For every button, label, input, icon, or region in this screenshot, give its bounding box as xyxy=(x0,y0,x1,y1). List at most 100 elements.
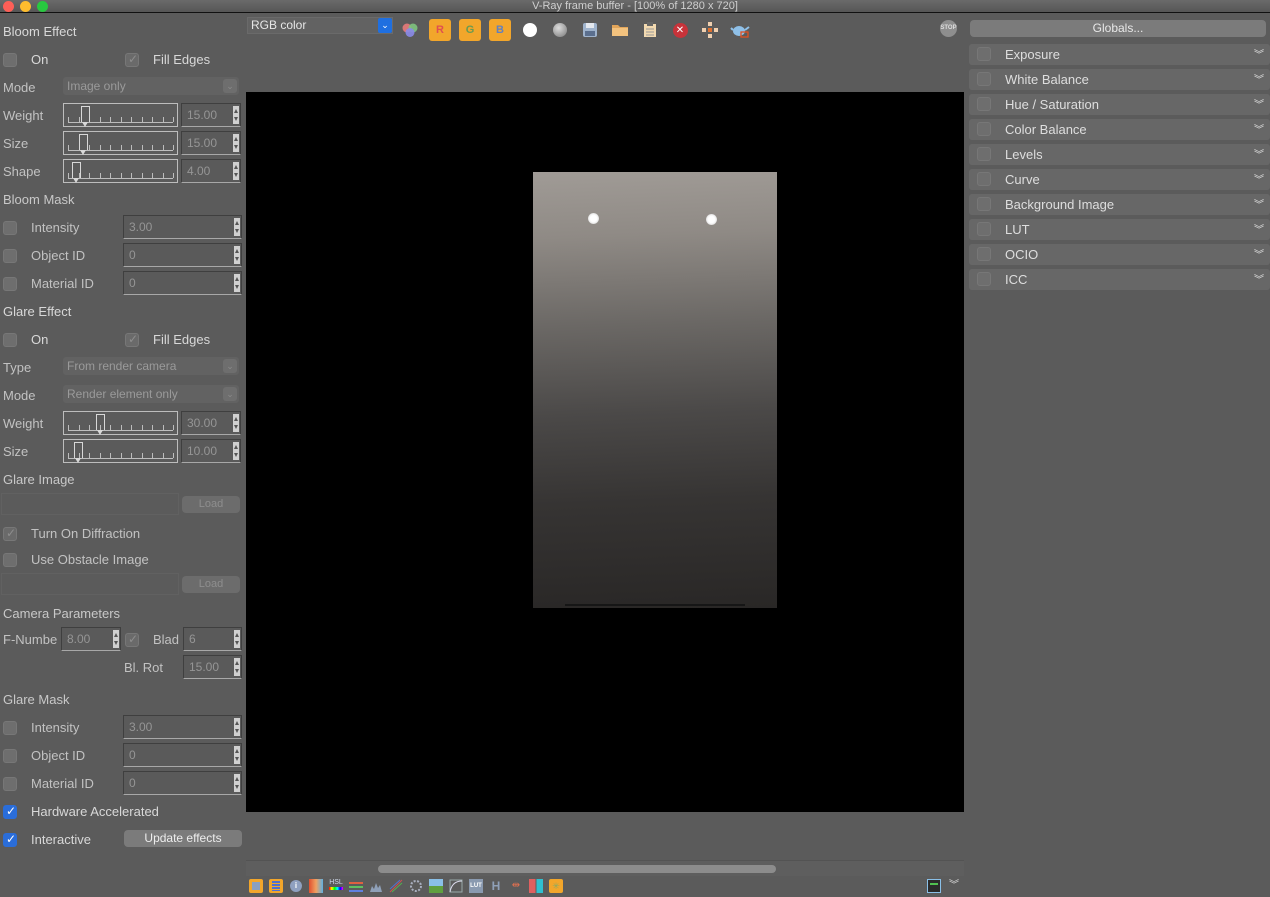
channel-select[interactable]: RGB color ⌄ xyxy=(247,17,393,34)
diffraction-checkbox[interactable] xyxy=(3,526,17,541)
spinner-arrows-icon[interactable] xyxy=(234,774,240,792)
blades-checkbox[interactable] xyxy=(125,632,139,647)
expand-chevron-icon[interactable]: ︾ xyxy=(1254,121,1264,136)
glare-image-path-field[interactable] xyxy=(1,493,179,515)
color-correction-icon[interactable] xyxy=(309,879,323,893)
curve-icon[interactable] xyxy=(449,879,463,893)
red-channel-button[interactable]: R xyxy=(429,19,451,41)
bloom-weight-slider[interactable] xyxy=(63,103,178,127)
glare-type-select[interactable]: From render camera ⌄ xyxy=(63,357,239,375)
bloom-shape-field[interactable]: 4.00 xyxy=(181,159,241,183)
correction-checkbox[interactable] xyxy=(977,72,991,86)
correction-row[interactable]: Exposure ︾ xyxy=(969,44,1270,65)
bloom-on-checkbox[interactable] xyxy=(3,53,17,67)
history-icon[interactable] xyxy=(269,879,283,893)
blue-channel-button[interactable]: B xyxy=(489,19,511,41)
correction-checkbox[interactable] xyxy=(977,47,991,61)
bloom-weight-field[interactable]: 15.00 xyxy=(181,103,241,127)
correction-row[interactable]: Hue / Saturation ︾ xyxy=(969,94,1270,115)
spinner-arrows-icon[interactable] xyxy=(233,162,239,180)
correction-checkbox[interactable] xyxy=(977,247,991,261)
blades-field[interactable]: 6 xyxy=(183,627,242,651)
slider-thumb[interactable] xyxy=(74,442,83,463)
expand-chevron-icon[interactable]: ︾ xyxy=(1254,196,1264,211)
horizontal-scrollbar[interactable] xyxy=(246,860,964,876)
spinner-arrows-icon[interactable] xyxy=(234,658,240,676)
correction-row[interactable]: Color Balance ︾ xyxy=(969,119,1270,140)
slider-thumb[interactable] xyxy=(96,414,105,435)
glare-mode-select[interactable]: Render element only ⌄ xyxy=(63,385,239,403)
mono-sphere-icon[interactable] xyxy=(549,19,571,41)
bloom-size-slider[interactable] xyxy=(63,131,178,155)
slider-thumb[interactable] xyxy=(72,162,81,183)
correction-row[interactable]: Curve ︾ xyxy=(969,169,1270,190)
glare-mask-intensity-field[interactable]: 3.00 xyxy=(123,715,242,739)
expand-chevron-icon[interactable]: ︾ xyxy=(1254,221,1264,236)
glare-on-checkbox[interactable] xyxy=(3,333,17,347)
correction-row[interactable]: LUT ︾ xyxy=(969,219,1270,240)
slider-thumb[interactable] xyxy=(81,106,90,127)
bloom-mask-object-id-field[interactable]: 0 xyxy=(123,243,242,267)
obstacle-image-checkbox[interactable] xyxy=(3,553,17,567)
expand-chevron-icon[interactable]: ︾ xyxy=(1254,96,1264,111)
bloom-mode-select[interactable]: Image only ⌄ xyxy=(63,77,239,95)
expand-chevron-icon[interactable]: ︾ xyxy=(1254,246,1264,261)
panel-layout-icon[interactable] xyxy=(927,879,941,893)
clipboard-icon[interactable] xyxy=(639,19,661,41)
waveform-icon[interactable] xyxy=(389,879,403,893)
bloom-mask-intensity-checkbox[interactable] xyxy=(3,221,17,235)
slider-thumb[interactable] xyxy=(79,134,88,155)
split-view-icon[interactable]: ⇹ xyxy=(509,879,523,893)
spinner-arrows-icon[interactable] xyxy=(233,106,239,124)
lens-effects-icon[interactable]: ✳ xyxy=(549,879,563,893)
glare-mask-object-id-field[interactable]: 0 xyxy=(123,743,242,767)
image-icon[interactable] xyxy=(429,879,443,893)
correction-row[interactable]: White Balance ︾ xyxy=(969,69,1270,90)
spinner-arrows-icon[interactable] xyxy=(234,218,240,236)
expand-chevron-icon[interactable]: ︾ xyxy=(1254,71,1264,86)
render-teapot-icon[interactable] xyxy=(729,19,751,41)
histogram-icon[interactable] xyxy=(369,879,383,893)
color-wheel-icon[interactable] xyxy=(399,19,421,41)
bloom-mask-object-id-checkbox[interactable] xyxy=(3,249,17,263)
h-icon[interactable]: H xyxy=(489,879,503,893)
glare-mask-material-id-field[interactable]: 0 xyxy=(123,771,242,795)
correction-row[interactable]: ICC ︾ xyxy=(969,269,1270,290)
glare-mask-material-id-checkbox[interactable] xyxy=(3,777,17,791)
correction-checkbox[interactable] xyxy=(977,272,991,286)
clear-image-icon[interactable]: ✕ xyxy=(669,19,691,41)
hsl-icon[interactable]: HSL xyxy=(329,879,343,893)
globals-button[interactable]: Globals... xyxy=(970,20,1266,37)
expand-chevron-icon[interactable]: ︾ xyxy=(1254,46,1264,61)
spinner-arrows-icon[interactable] xyxy=(233,414,239,432)
correction-row[interactable]: Background Image ︾ xyxy=(969,194,1270,215)
bloom-shape-slider[interactable] xyxy=(63,159,178,183)
correction-checkbox[interactable] xyxy=(977,222,991,236)
bloom-size-field[interactable]: 15.00 xyxy=(181,131,241,155)
render-viewport[interactable] xyxy=(246,92,964,812)
scrollbar-thumb[interactable] xyxy=(378,865,776,873)
open-folder-icon[interactable] xyxy=(609,19,631,41)
expand-chevron-icon[interactable]: ︾ xyxy=(1254,146,1264,161)
info-icon[interactable]: i xyxy=(289,879,303,893)
lut-icon[interactable]: LUT xyxy=(469,879,483,893)
save-icon[interactable] xyxy=(579,19,601,41)
glare-size-field[interactable]: 10.00 xyxy=(181,439,241,463)
spinner-arrows-icon[interactable] xyxy=(234,630,240,648)
green-channel-button[interactable]: G xyxy=(459,19,481,41)
bloom-fill-edges-checkbox[interactable] xyxy=(125,52,139,67)
bloom-mask-intensity-field[interactable]: 3.00 xyxy=(123,215,242,239)
spinner-arrows-icon[interactable] xyxy=(233,442,239,460)
correction-checkbox[interactable] xyxy=(977,197,991,211)
glare-mask-intensity-checkbox[interactable] xyxy=(3,721,17,735)
spinner-arrows-icon[interactable] xyxy=(234,718,240,736)
layers-icon[interactable] xyxy=(349,879,363,893)
update-effects-button[interactable]: Update effects xyxy=(124,830,242,847)
obstacle-image-path-field[interactable] xyxy=(1,573,179,595)
correction-checkbox[interactable] xyxy=(977,97,991,111)
spinner-arrows-icon[interactable] xyxy=(234,746,240,764)
region-render-icon[interactable] xyxy=(699,19,721,41)
glare-weight-slider[interactable] xyxy=(63,411,178,435)
spinner-arrows-icon[interactable] xyxy=(234,246,240,264)
compare-icon[interactable] xyxy=(529,879,543,893)
